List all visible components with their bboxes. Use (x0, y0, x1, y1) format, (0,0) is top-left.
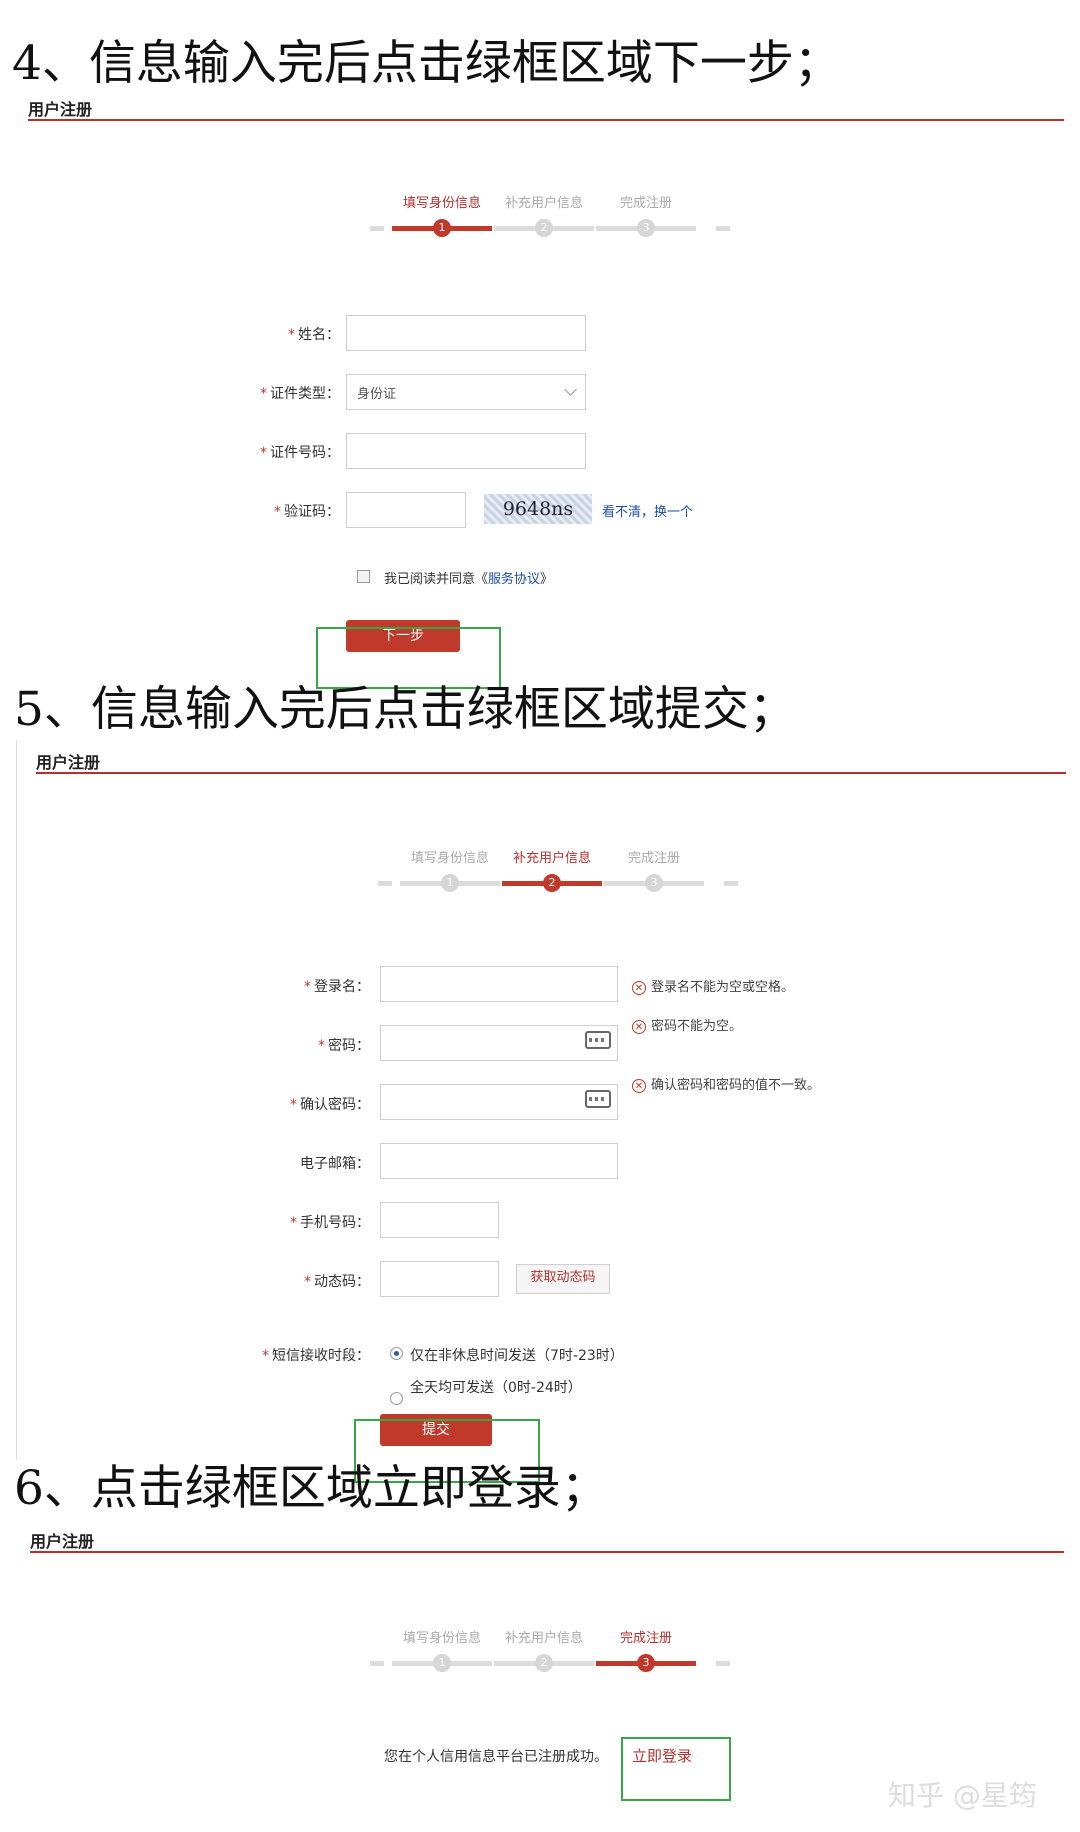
error-icon: ✕ (632, 1078, 646, 1093)
highlight-box (316, 627, 501, 689)
panel-title: 用户注册 (28, 100, 93, 119)
step-label-2: 补充用户信息 (512, 851, 591, 866)
step-dot-2: 2 (543, 874, 561, 892)
sms-period-label: * 短信接收时段： (262, 1348, 370, 1364)
title-divider (36, 772, 1066, 774)
login-name-error: ✕ 登录名不能为空或空格。 (632, 976, 794, 995)
progress-stepper: 填写身份信息 补充用户信息 完成注册 1 2 3 (370, 192, 730, 242)
sms-option-daytime-label: 仅在非休息时间发送（7时-23时） (410, 1348, 624, 1364)
password-label: * 密码： (318, 1038, 370, 1054)
progress-stepper: 填写身份信息 补充用户信息 完成注册 1 2 3 (370, 1627, 730, 1677)
sms-option-daytime-radio[interactable] (390, 1347, 403, 1360)
track-cap-right (716, 1661, 730, 1666)
captcha-label: * 验证码： (274, 504, 340, 520)
track-cap-left (378, 881, 392, 886)
password-error: ✕ 密码不能为空。 (632, 1015, 742, 1034)
agreement-text: 我已阅读并同意《服务协议》 (384, 572, 554, 587)
confirm-password-error: ✕ 确认密码和密码的值不一致。 (632, 1074, 820, 1093)
step-label-3: 完成注册 (619, 1631, 672, 1646)
title-divider (30, 1551, 1064, 1553)
step-dot-1: 1 (433, 1654, 451, 1672)
step-label-2: 补充用户信息 (504, 1631, 583, 1646)
captcha-refresh-link[interactable]: 看不清，换一个 (602, 501, 693, 520)
chevron-down-icon (564, 383, 577, 396)
id-number-label: * 证件号码： (260, 445, 340, 461)
step-label-1: 填写身份信息 (402, 1631, 481, 1646)
id-number-input[interactable] (346, 433, 586, 469)
track-cap-right (724, 881, 738, 886)
step-label-1: 填写身份信息 (410, 851, 489, 866)
dynamic-code-input[interactable] (380, 1261, 499, 1297)
step-label-3: 完成注册 (619, 196, 672, 211)
id-type-value: 身份证 (357, 387, 397, 402)
title-divider (28, 119, 1064, 121)
keyboard-icon[interactable] (585, 1031, 611, 1049)
step6-heading: 6、点击绿框区域立即登录； (14, 1461, 608, 1516)
sms-option-allday-label: 全天均可发送（0时-24时） (410, 1380, 582, 1396)
track-cap-left (370, 1661, 384, 1666)
step-dot-1: 1 (433, 219, 451, 237)
step-label-2: 补充用户信息 (504, 196, 583, 211)
watermark: 知乎 @星筠 (888, 1779, 1037, 1812)
login-name-input[interactable] (380, 966, 618, 1002)
get-code-button[interactable]: 获取动态码 (516, 1264, 610, 1294)
panel-title: 用户注册 (30, 1532, 95, 1551)
success-message: 您在个人信用信息平台已注册成功。 (384, 1749, 608, 1765)
id-type-select[interactable]: 身份证 (346, 374, 586, 410)
panel-title: 用户注册 (36, 753, 101, 772)
track-cap-right (716, 226, 730, 231)
email-input[interactable] (380, 1143, 618, 1179)
step5-heading: 5、信息输入完后点击绿框区域提交； (14, 682, 796, 737)
confirm-password-input[interactable] (380, 1084, 618, 1120)
step-dot-3: 3 (645, 874, 663, 892)
step-label-3: 完成注册 (627, 851, 680, 866)
password-input[interactable] (380, 1025, 618, 1061)
sms-option-allday-radio[interactable] (390, 1392, 403, 1405)
email-label: 电子邮箱： (300, 1156, 370, 1172)
progress-stepper: 填写身份信息 补充用户信息 完成注册 1 2 3 (378, 847, 738, 897)
name-label: * 姓名： (288, 327, 340, 343)
highlight-box (621, 1737, 731, 1801)
step-dot-2: 2 (535, 1654, 553, 1672)
dynamic-code-label: * 动态码： (304, 1274, 370, 1290)
step-label-1: 填写身份信息 (402, 196, 481, 211)
service-agreement-link[interactable]: 服务协议 (488, 572, 540, 587)
track-cap-left (370, 226, 384, 231)
confirm-password-label: * 确认密码： (290, 1097, 370, 1113)
agreement-checkbox[interactable] (357, 570, 370, 583)
step4-heading: 4、信息输入完后点击绿框区域下一步； (12, 36, 841, 91)
login-name-label: * 登录名： (304, 979, 370, 995)
step-dot-2: 2 (535, 219, 553, 237)
error-icon: ✕ (632, 980, 646, 995)
step-dot-3: 3 (637, 1654, 655, 1672)
id-type-label: * 证件类型： (260, 386, 340, 402)
error-icon: ✕ (632, 1019, 646, 1034)
captcha-image[interactable]: 9648ns (484, 494, 592, 524)
keyboard-icon[interactable] (585, 1090, 611, 1108)
step-dot-1: 1 (441, 874, 459, 892)
phone-input[interactable] (380, 1202, 499, 1238)
step-dot-3: 3 (637, 219, 655, 237)
panel-border-left (16, 740, 17, 1460)
captcha-input[interactable] (346, 492, 466, 528)
phone-label: * 手机号码： (290, 1215, 370, 1231)
name-input[interactable] (346, 315, 586, 351)
